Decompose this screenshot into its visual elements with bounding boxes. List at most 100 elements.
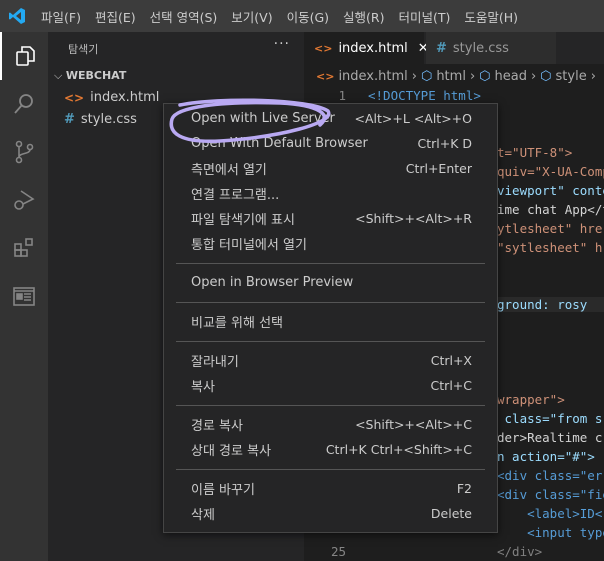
- menu-item-label: Open with Live Server: [191, 111, 335, 126]
- folder-webchat[interactable]: ⌵ WEBCHAT: [54, 69, 126, 83]
- menu-separator: [176, 405, 485, 406]
- menu-help[interactable]: 도움말(H): [457, 7, 525, 26]
- menu-item-label: 잘라내기: [191, 355, 239, 370]
- menu-item-label: 경로 복사: [191, 419, 243, 434]
- menu-item-shortcut: F2: [456, 481, 472, 496]
- menu-separator: [176, 341, 485, 342]
- breadcrumb-item[interactable]: head: [495, 69, 527, 84]
- breadcrumb-item[interactable]: style: [556, 69, 587, 84]
- chevron-right-icon: ›: [411, 68, 417, 84]
- menu-item-shortcut: Ctrl+K Ctrl+<Shift>+C: [325, 442, 472, 457]
- code-line: </div>: [497, 544, 543, 559]
- code-line: <input type: [497, 525, 604, 540]
- menu-item-shortcut: <Shift>+<Alt>+R: [355, 211, 472, 226]
- menu-view[interactable]: 보기(V): [224, 7, 279, 26]
- code-line: n action="#">: [497, 449, 595, 464]
- menu-item-rename[interactable]: 이름 바꾸기 F2: [164, 476, 497, 501]
- menu-item-label: Open in Browser Preview: [191, 275, 354, 290]
- menu-item-label: 비교를 위해 선택: [191, 316, 283, 331]
- breadcrumb-item[interactable]: html: [436, 69, 466, 84]
- code-line: ime chat App</t: [497, 202, 604, 217]
- tab-label: index.html: [338, 40, 408, 56]
- menu-item-open-live-server[interactable]: Open with Live Server <Alt>+L <Alt>+O: [164, 106, 497, 131]
- menu-file[interactable]: 파일(F): [34, 7, 88, 26]
- menu-separator: [176, 469, 485, 470]
- menu-item-label: 복사: [191, 380, 215, 395]
- menu-item-label: 통합 터미널에서 열기: [191, 238, 307, 253]
- code-line: ground: rosy: [497, 297, 604, 312]
- menu-item-shortcut: <Shift>+<Alt>+C: [355, 417, 472, 432]
- editor-tabs: <> index.html ✕ # style.css: [304, 32, 604, 64]
- code-line: "sytlesheet" hr: [497, 240, 604, 255]
- menu-item-label: Open With Default Browser: [191, 136, 368, 151]
- code-line: der>Realtime c: [497, 430, 603, 445]
- tab-index-html[interactable]: <> index.html ✕: [304, 32, 429, 64]
- menu-item-select-for-compare[interactable]: 비교를 위해 선택: [164, 309, 497, 334]
- chevron-right-icon: ›: [469, 68, 476, 84]
- menu-item-delete[interactable]: 삭제 Delete: [164, 501, 497, 526]
- menu-item-label: 연결 프로그램...: [191, 188, 280, 203]
- menu-item-shortcut: Ctrl+Enter: [405, 161, 472, 176]
- file-index-html[interactable]: <> index.html: [64, 90, 159, 105]
- menu-item-open-default-browser[interactable]: Open With Default Browser Ctrl+K D: [164, 131, 497, 156]
- extensions-icon[interactable]: [0, 224, 48, 272]
- more-actions-icon[interactable]: ···: [274, 36, 290, 52]
- menu-run[interactable]: 실행(R): [336, 7, 391, 26]
- code-line: t="UTF-8">: [497, 145, 573, 160]
- menu-separator: [176, 302, 485, 303]
- css-icon: #: [64, 112, 75, 127]
- browser-preview-icon[interactable]: [0, 272, 48, 320]
- menu-item-shortcut: Delete: [430, 506, 472, 521]
- code-line: ytlesheet" hre: [497, 221, 603, 236]
- menu-item-open-with[interactable]: 연결 프로그램...: [164, 181, 497, 206]
- menu-item-shortcut: Ctrl+K D: [417, 136, 472, 151]
- menu-item-open-to-side[interactable]: 측면에서 열기 Ctrl+Enter: [164, 156, 497, 181]
- css-icon: #: [436, 40, 447, 56]
- source-control-icon[interactable]: [0, 128, 48, 176]
- menu-item-open-browser-preview[interactable]: Open in Browser Preview: [164, 270, 497, 295]
- activity-bar: [0, 32, 48, 561]
- code-line: <div class="err: [497, 468, 604, 483]
- folder-name: WEBCHAT: [65, 69, 127, 82]
- search-icon[interactable]: [0, 80, 48, 128]
- menu-separator: [176, 263, 485, 264]
- menu-go[interactable]: 이동(G): [280, 7, 336, 26]
- explorer-icon[interactable]: [0, 32, 48, 80]
- menu-edit[interactable]: 편집(E): [88, 7, 143, 26]
- tab-style-css[interactable]: # style.css: [426, 32, 556, 64]
- menu-terminal[interactable]: 터미널(T): [392, 7, 458, 26]
- file-style-css[interactable]: # style.css: [64, 112, 137, 127]
- menu-item-label: 상대 경로 복사: [191, 444, 272, 459]
- menu-item-label: 파일 탐색기에 표시: [191, 213, 295, 228]
- code-line: <div class="fie: [497, 487, 604, 502]
- html-icon: <>: [316, 69, 335, 83]
- menu-item-shortcut: Ctrl+X: [430, 353, 472, 368]
- element-icon: ⬡: [479, 68, 491, 84]
- menu-item-shortcut: <Alt>+L <Alt>+O: [354, 111, 472, 126]
- chevron-right-icon: ›: [590, 68, 596, 84]
- menu-item-open-in-terminal[interactable]: 통합 터미널에서 열기: [164, 231, 497, 256]
- menu-item-label: 삭제: [191, 508, 215, 523]
- code-line: <label>ID<: [497, 506, 603, 521]
- code-line: quiv="X-UA-Comp: [497, 164, 604, 179]
- menu-item-copy-path[interactable]: 경로 복사 <Shift>+<Alt>+C: [164, 412, 497, 437]
- run-debug-icon[interactable]: [0, 176, 48, 224]
- breadcrumb-item[interactable]: index.html: [338, 69, 407, 84]
- menu-item-label: 측면에서 열기: [191, 163, 267, 178]
- element-icon: ⬡: [420, 68, 433, 84]
- menu-selection[interactable]: 선택 영역(S): [143, 7, 225, 26]
- code-line: <!DOCTYPE html>: [368, 88, 481, 103]
- tab-label: style.css: [452, 40, 509, 56]
- line-number: 25: [330, 544, 346, 559]
- title-bar: 파일(F) 편집(E) 선택 영역(S) 보기(V) 이동(G) 실행(R) 터…: [0, 0, 604, 32]
- menu-item-cut[interactable]: 잘라내기 Ctrl+X: [164, 348, 497, 373]
- menu-item-reveal-in-explorer[interactable]: 파일 탐색기에 표시 <Shift>+<Alt>+R: [164, 206, 497, 231]
- menu-item-shortcut: Ctrl+C: [430, 378, 472, 393]
- menu-item-copy[interactable]: 복사 Ctrl+C: [164, 373, 497, 398]
- explorer-title: 탐색기: [68, 43, 99, 56]
- menu-item-label: 이름 바꾸기: [191, 483, 255, 498]
- menu-item-copy-relative-path[interactable]: 상대 경로 복사 Ctrl+K Ctrl+<Shift>+C: [164, 437, 497, 462]
- code-line: wrapper">: [497, 392, 565, 407]
- file-name: style.css: [80, 112, 137, 127]
- element-icon: ⬡: [540, 68, 552, 84]
